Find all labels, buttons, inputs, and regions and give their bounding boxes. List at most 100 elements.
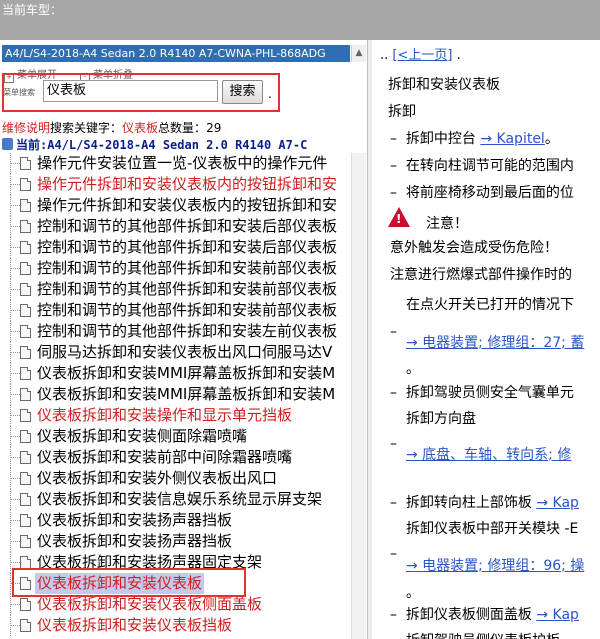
- result-tree: 操作元件安装位置一览-仪表板中的操作元件 操作元件拆卸和安装仪表板内的按钮拆卸和…: [0, 153, 351, 636]
- kapitel-link[interactable]: → Kap: [536, 495, 579, 511]
- document-icon: [20, 409, 31, 422]
- content-panel: .. [<上一页] . 拆卸和安装仪表板 拆卸 – 拆卸中控台 → Kapite…: [372, 40, 600, 639]
- selected-item-highlight-box: [12, 568, 246, 597]
- document-icon: [20, 220, 31, 233]
- dash-marker: –: [390, 546, 397, 562]
- prev-prefix: ..: [380, 48, 389, 63]
- count-label: 总数量：: [158, 121, 207, 135]
- tree-item-label: 仪表板拆卸和安装操作和显示单元挡板: [37, 406, 293, 424]
- tree-item[interactable]: 控制和调节的其他部件拆卸和安装左前仪表板: [0, 321, 351, 342]
- document-icon: [20, 619, 31, 632]
- keyword-value: 仪表板: [122, 121, 159, 135]
- tree-item[interactable]: 仪表板拆卸和安装仪表板挡板: [0, 615, 351, 636]
- tree-item[interactable]: 仪表板拆卸和安装侧面除霜喷嘴: [0, 426, 351, 447]
- document-icon: [20, 283, 31, 296]
- tree-item[interactable]: 控制和调节的其他部件拆卸和安装前部仪表板: [0, 300, 351, 321]
- book-icon: [2, 138, 13, 150]
- tree-item[interactable]: 仪表板拆卸和安装扬声器挡板: [0, 531, 351, 552]
- warning-icon: [388, 207, 410, 227]
- step-driver-trim: 拆卸驾驶员侧仪表板护板: [406, 630, 560, 639]
- tree-item[interactable]: 操作元件拆卸和安装仪表板内的按钮拆卸和安: [0, 174, 351, 195]
- tree-item[interactable]: 仪表板拆卸和安装扬声器挡板: [0, 510, 351, 531]
- tree-item-label: 控制和调节的其他部件拆卸和安装后部仪表板: [37, 217, 338, 235]
- step-text: 拆卸驾驶员侧安全气囊单元: [405, 385, 574, 401]
- electrical-ref-link-2[interactable]: → 电器装置; 修理组：96; 操: [406, 555, 584, 575]
- document-icon: [20, 472, 31, 485]
- tree-item[interactable]: 伺服马达拆卸和安装仪表板出风口伺服马达V: [0, 342, 351, 363]
- period: 。: [406, 361, 420, 377]
- prev-page-link[interactable]: [<上一页]: [392, 48, 452, 63]
- tree-item-label: 仪表板拆卸和安装信息娱乐系统显示屏支架: [37, 490, 323, 508]
- tree-item[interactable]: 操作元件拆卸和安装仪表板内的按钮拆卸和安: [0, 195, 351, 216]
- ref-link-text: → 电器装置; 修理组：27; 蓄: [406, 335, 585, 351]
- ref-link-text: → 底盘、车轴、转向系; 修: [406, 447, 572, 463]
- model-select-arrow-icon[interactable]: ▲: [351, 45, 366, 62]
- document-icon: [20, 346, 31, 359]
- tree-item-label: 仪表板拆卸和安装外侧仪表板出风口: [37, 469, 278, 487]
- tree-item-label: 仪表板拆卸和安装仪表板挡板: [37, 616, 233, 634]
- tree-item-label: 操作元件安装位置一览-仪表板中的操作元件: [37, 154, 328, 172]
- menu-panel: A4/L/S4-2018-A4 Sedan 2.0 R4140 A7-CWNA-…: [0, 40, 367, 639]
- search-button[interactable]: 搜索: [222, 80, 263, 104]
- ref-link-text: → 电器装置; 修理组：96; 操: [406, 558, 585, 574]
- step-text: 拆卸仪表板侧面盖板: [405, 607, 532, 623]
- tree-item-label: 控制和调节的其他部件拆卸和安装前部仪表板: [37, 301, 338, 319]
- repair-notes-link[interactable]: 维修说明: [2, 121, 50, 135]
- kapitel-link[interactable]: → Kapitel: [480, 131, 544, 147]
- page-title: 拆卸和安装仪表板: [388, 77, 500, 93]
- tree-item[interactable]: 仪表板拆卸和安装信息娱乐系统显示屏支架: [0, 489, 351, 510]
- tree-item-label: 控制和调节的其他部件拆卸和安装后部仪表板: [37, 238, 338, 256]
- tree-item[interactable]: 仪表板拆卸和安装MMI屏幕盖板拆卸和安装M: [0, 384, 351, 405]
- document-icon: [20, 598, 31, 611]
- step-switch-module: 拆卸仪表板中部开关模块 -E: [406, 521, 579, 537]
- current-node-label: 当前:A4/L/S4-2018-A4 Sedan 2.0 R4140 A7-C: [16, 138, 308, 152]
- step-seat: – 将前座椅移动到最后面的位: [390, 185, 574, 201]
- tree-scrollbar[interactable]: [351, 153, 366, 639]
- step-steering-column: – 在转向柱调节可能的范围内: [390, 158, 574, 174]
- document-icon: [20, 178, 31, 191]
- current-node[interactable]: 当前:A4/L/S4-2018-A4 Sedan 2.0 R4140 A7-C: [2, 136, 307, 153]
- kapitel-link[interactable]: → Kap: [536, 607, 579, 623]
- tree-item-label: 操作元件拆卸和安装仪表板内的按钮拆卸和安: [37, 175, 338, 193]
- document-icon: [20, 430, 31, 443]
- tree-item[interactable]: 仪表板拆卸和安装前部中间除霜器喷嘴: [0, 447, 351, 468]
- electrical-ref-link-1[interactable]: → 电器装置; 修理组：27; 蓄: [406, 332, 584, 352]
- model-select[interactable]: A4/L/S4-2018-A4 Sedan 2.0 R4140 A7-CWNA-…: [2, 45, 350, 62]
- tree-item[interactable]: 仪表板拆卸和安装操作和显示单元挡板: [0, 405, 351, 426]
- dash-marker: –: [390, 324, 397, 340]
- document-icon: [20, 241, 31, 254]
- chassis-ref-link[interactable]: → 底盘、车轴、转向系; 修: [406, 444, 571, 464]
- step-column-trim: – 拆卸转向柱上部饰板 → Kap: [390, 495, 579, 511]
- document-icon: [20, 451, 31, 464]
- tree-item[interactable]: 仪表板拆卸和安装外侧仪表板出风口: [0, 468, 351, 489]
- tree-item-label: 仪表板拆卸和安装MMI屏幕盖板拆卸和安装M: [37, 385, 336, 403]
- note-text-2: 在点火开关已打开的情况下: [406, 297, 574, 313]
- tree-item[interactable]: 控制和调节的其他部件拆卸和安装前部仪表板: [0, 258, 351, 279]
- step-text: 拆卸中控台: [405, 131, 476, 147]
- tree-item-label: 仪表板拆卸和安装扬声器挡板: [37, 511, 233, 529]
- top-bar: 当前车型：: [0, 0, 600, 40]
- document-icon: [20, 157, 31, 170]
- document-icon: [20, 262, 31, 275]
- tree-item-label: 伺服马达拆卸和安装仪表板出风口伺服马达V: [37, 343, 333, 361]
- search-input[interactable]: 仪表板: [43, 80, 218, 102]
- search-dot: .: [268, 87, 272, 101]
- tree-item[interactable]: 操作元件安装位置一览-仪表板中的操作元件: [0, 153, 351, 174]
- document-icon: [20, 367, 31, 380]
- warning-title: 注意！: [426, 216, 468, 232]
- tree-item[interactable]: 控制和调节的其他部件拆卸和安装前部仪表板: [0, 279, 351, 300]
- prev-suffix: .: [456, 48, 461, 63]
- step-steering-wheel: 拆卸方向盘: [406, 411, 476, 427]
- document-icon: [20, 388, 31, 401]
- section-heading: 拆卸: [388, 104, 416, 120]
- tree-item[interactable]: 仪表板拆卸和安装仪表板侧面盖板: [0, 594, 351, 615]
- document-icon: [20, 535, 31, 548]
- tree-item[interactable]: 控制和调节的其他部件拆卸和安装后部仪表板: [0, 216, 351, 237]
- keyword-label: 搜索关键字：: [50, 121, 123, 135]
- tree-item[interactable]: 控制和调节的其他部件拆卸和安装后部仪表板: [0, 237, 351, 258]
- step-text: 在转向柱调节可能的范围内: [405, 158, 574, 174]
- tree-item[interactable]: 仪表板拆卸和安装MMI屏幕盖板拆卸和安装M: [0, 363, 351, 384]
- step-airbag: – 拆卸驾驶员侧安全气囊单元: [390, 385, 574, 401]
- tree-item-label: 控制和调节的其他部件拆卸和安装前部仪表板: [37, 280, 338, 298]
- tree-item-label: 仪表板拆卸和安装侧面除霜喷嘴: [37, 427, 248, 445]
